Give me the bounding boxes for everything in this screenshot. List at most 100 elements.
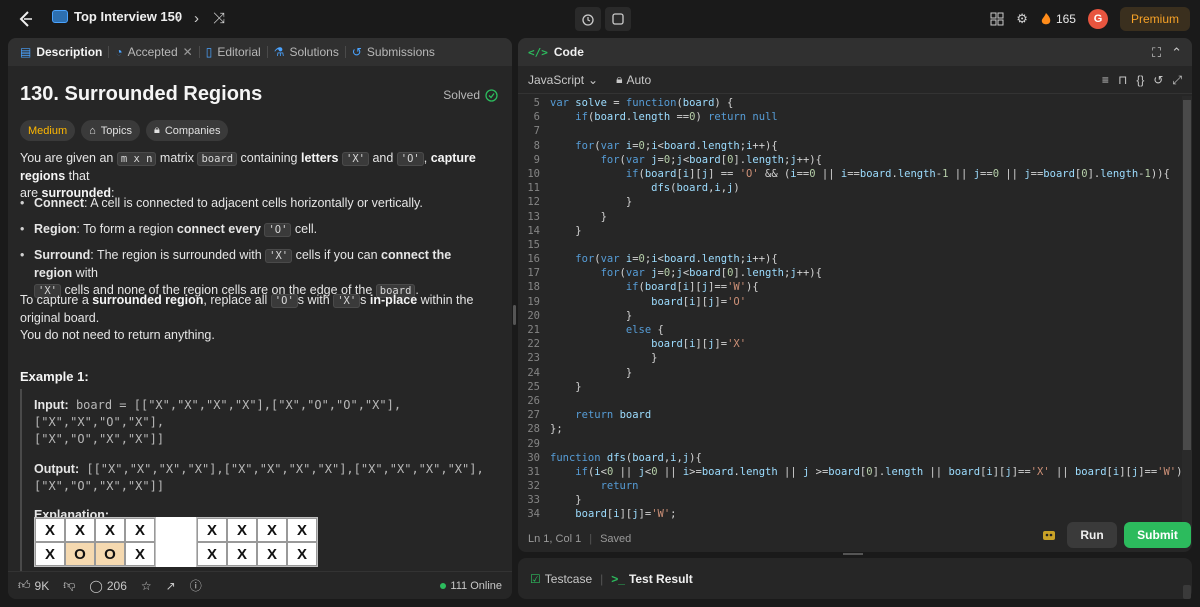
left-footer: 👍︎ 9K 👎︎ ◯ 206 ☆ ↗ ⓘ 111 Online xyxy=(8,571,512,599)
topics-badge[interactable]: ⌂ Topics xyxy=(81,120,140,141)
intro-text: You are given an xyxy=(20,151,117,165)
premium-button[interactable]: Premium xyxy=(1119,7,1190,31)
grid-cell: X xyxy=(197,518,227,542)
reset-icon[interactable]: ↺ xyxy=(1153,73,1163,88)
problem-title[interactable]: 130. Surrounded Regions xyxy=(20,83,262,106)
code-text: } xyxy=(550,366,633,379)
code-line[interactable]: 26 xyxy=(518,394,1182,408)
line-number: 15 xyxy=(527,238,540,251)
code-line[interactable]: 34 board[i][j]='W'; xyxy=(518,507,1182,521)
problem-list-selector[interactable]: Top Interview 150 xyxy=(52,9,182,24)
panel-resize-handle[interactable] xyxy=(513,305,516,325)
thumbs-down-icon[interactable]: 👎︎ xyxy=(63,578,75,593)
tab-testcase[interactable]: ☑ Testcase xyxy=(530,572,592,586)
code-line[interactable]: 14 } xyxy=(518,224,1182,238)
tab-submissions[interactable]: ↺ Submissions xyxy=(346,38,441,66)
code-line[interactable]: 19 board[i][j]='O' xyxy=(518,295,1182,309)
code-line[interactable]: 9 for(var j=0;j<board[0].length;j++){ xyxy=(518,153,1182,167)
code-line[interactable]: 16 for(var i=0;i<board.length;i++){ xyxy=(518,252,1182,266)
code-line[interactable]: 13 } xyxy=(518,210,1182,224)
code-line[interactable]: 6 if(board.length ==0) return null xyxy=(518,110,1182,124)
difficulty-badge: Medium xyxy=(20,120,76,141)
chevron-down-icon: ⌄ xyxy=(588,72,599,87)
avatar[interactable]: G xyxy=(1087,9,1108,29)
code-text: function dfs(board,i,j){ xyxy=(550,451,702,464)
tab-editorial[interactable]: ▯ Editorial xyxy=(200,38,267,66)
code-line[interactable]: 29 xyxy=(518,437,1182,451)
test-result-label: Test Result xyxy=(628,571,693,586)
prev-problem-icon[interactable]: ‹ xyxy=(175,10,180,27)
companies-badge[interactable]: 🔒︎ Companies xyxy=(145,120,229,141)
comments-button[interactable]: ◯ 206 xyxy=(89,579,126,593)
next-problem-icon[interactable]: › xyxy=(194,10,199,27)
tab-solutions[interactable]: ⚗ Solutions xyxy=(268,38,345,66)
tab-description[interactable]: ▤ Description xyxy=(14,38,108,66)
language-select[interactable]: JavaScript ⌄ xyxy=(528,73,598,87)
layout-grid-icon[interactable] xyxy=(990,12,1004,26)
code-line[interactable]: 28}; xyxy=(518,422,1182,436)
code-line[interactable]: 17 for(var j=0;j<board[0].length;j++){ xyxy=(518,266,1182,280)
inline-code: 'X' xyxy=(342,152,369,166)
code-line[interactable]: 33 } xyxy=(518,493,1182,507)
submit-button[interactable]: Submit xyxy=(1124,522,1191,548)
code-text: for(var i=0;i<board.length;i++){ xyxy=(575,139,778,152)
code-line[interactable]: 30 function dfs(board,i,j){ xyxy=(518,451,1182,465)
code-line[interactable]: 25 } xyxy=(518,380,1182,394)
close-tab-icon[interactable]: ✕ xyxy=(183,45,193,59)
code-line[interactable]: 18 if(board[i][j]=='W'){ xyxy=(518,280,1182,294)
line-number: 7 xyxy=(533,125,540,138)
leetcode-logo-icon[interactable] xyxy=(14,8,36,30)
shuffle-icon[interactable]: ⤨ xyxy=(213,10,225,27)
code-line[interactable]: 5 var solve = function(board) { xyxy=(518,96,1182,110)
format-icon[interactable]: ≡ xyxy=(1102,73,1109,88)
code-line[interactable]: 24 } xyxy=(518,366,1182,380)
settings-gear-icon[interactable]: ⚙ xyxy=(1016,11,1028,27)
editor-scrollbar-thumb[interactable] xyxy=(1183,100,1191,450)
maximize-icon[interactable]: ⛶ xyxy=(1152,45,1161,61)
code-editor[interactable]: 5 var solve = function(board) {6 if(board… xyxy=(518,96,1182,526)
like-button[interactable]: 👍︎ 9K xyxy=(18,578,49,593)
star-icon[interactable]: ☆ xyxy=(141,579,152,593)
bullet-text: cell. xyxy=(291,222,318,236)
description-panel: ▤ Description ◔ Accepted ✕ ▯ Editorial ⚗… xyxy=(8,38,512,599)
vertical-resize-handle[interactable] xyxy=(843,553,863,555)
expand-icon[interactable]: ⤢ xyxy=(1172,73,1182,88)
code-line[interactable]: 7 xyxy=(518,124,1182,138)
code-line[interactable]: 21 else { xyxy=(518,323,1182,337)
notes-button[interactable] xyxy=(605,7,631,31)
code-text: } xyxy=(550,210,607,223)
grid-cell: O xyxy=(65,542,95,566)
code-line[interactable]: 15 xyxy=(518,238,1182,252)
tab-accepted[interactable]: ◔ Accepted ✕ xyxy=(109,38,198,66)
accepted-icon: ◔ xyxy=(115,45,123,59)
code-text: } xyxy=(550,352,658,365)
share-icon[interactable]: ↗ xyxy=(166,579,176,593)
timer-button[interactable] xyxy=(575,7,601,31)
streak-counter[interactable]: 165 xyxy=(1040,12,1076,26)
code-line[interactable]: 23 } xyxy=(518,351,1182,365)
auto-mode-toggle[interactable]: 🔒︎ Auto xyxy=(616,72,651,87)
bullet-text: cells if you can xyxy=(292,248,382,262)
bookmark-icon[interactable]: ⊓ xyxy=(1118,73,1127,88)
code-line[interactable]: 20 } xyxy=(518,309,1182,323)
code-line[interactable]: 12 } xyxy=(518,195,1182,209)
run-button[interactable]: Run xyxy=(1067,522,1117,548)
online-label: 111 Online xyxy=(450,579,502,592)
collapse-icon[interactable]: ⌃ xyxy=(1171,45,1182,61)
braces-icon[interactable]: {} xyxy=(1136,73,1144,88)
code-line[interactable]: 27 return board xyxy=(518,408,1182,422)
line-number: 16 xyxy=(527,253,540,266)
code-line[interactable]: 22 board[i][j]='X' xyxy=(518,337,1182,351)
code-line[interactable]: 8 for(var i=0;i<board.length;i++){ xyxy=(518,139,1182,153)
code-line[interactable]: 11 dfs(board,i,j) xyxy=(518,181,1182,195)
page-scrollbar[interactable] xyxy=(1183,585,1191,599)
help-icon[interactable]: ⓘ xyxy=(190,577,202,594)
tab-test-result[interactable]: >_ Test Result xyxy=(611,572,692,586)
ai-assist-icon[interactable] xyxy=(1040,527,1058,546)
intro-text: containing xyxy=(237,151,301,165)
code-line[interactable]: 32 return xyxy=(518,479,1182,493)
code-line[interactable]: 10 if(board[i][j] == 'O' && (i==0 || i==… xyxy=(518,167,1182,181)
code-line[interactable]: 31 if(i<0 || j<0 || i>=board.length || j… xyxy=(518,465,1182,479)
list-item: Region: To form a region connect every '… xyxy=(20,221,482,239)
history-icon: ↺ xyxy=(351,45,362,59)
